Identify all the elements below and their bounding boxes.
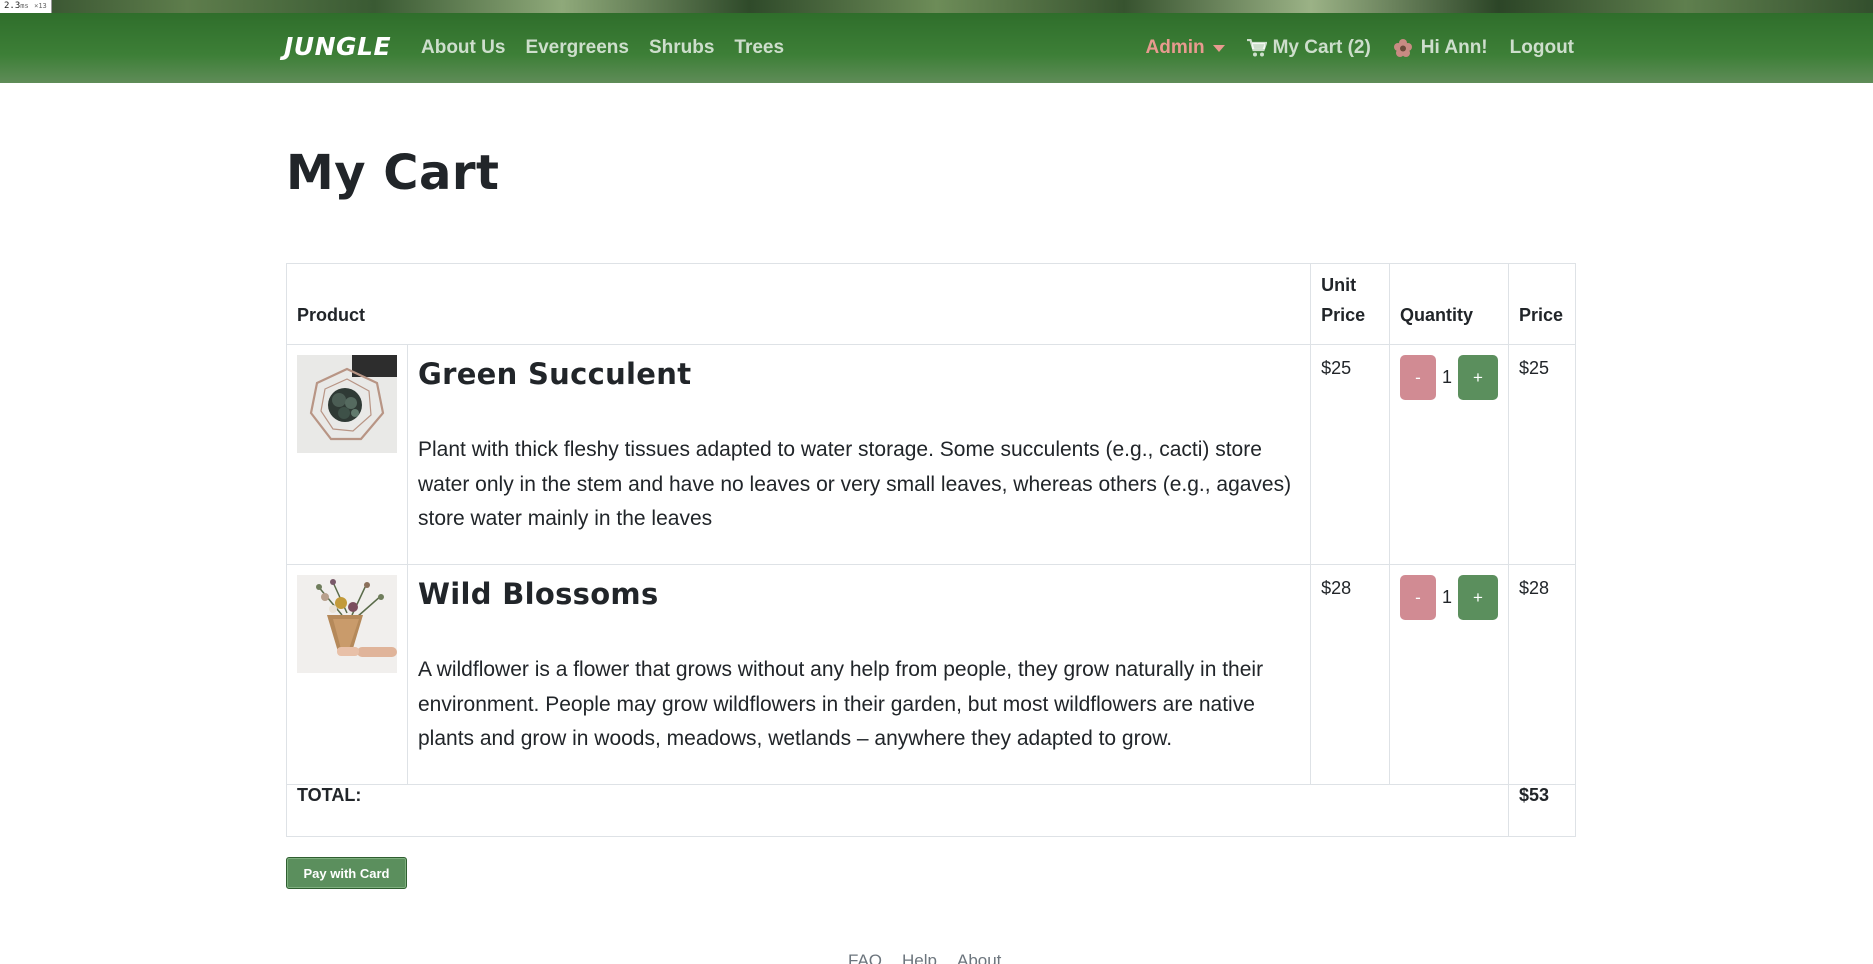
admin-label: Admin <box>1145 37 1205 58</box>
quantity-value: 1 <box>1441 367 1452 387</box>
flower-avatar-icon <box>1393 39 1412 57</box>
cart-link[interactable]: My Cart (2) <box>1246 37 1371 59</box>
price-cell: $25 <box>1507 344 1577 565</box>
increase-quantity-button[interactable]: + <box>1457 355 1498 400</box>
total-value: $53 <box>1507 784 1577 837</box>
cart-table: Product Unit Price Quantity Price Green … <box>285 263 1577 837</box>
header-unit-price: Unit Price <box>1310 263 1390 345</box>
page-title: My Cart <box>286 145 500 201</box>
footer-link-faq[interactable]: FAQ <box>848 951 882 964</box>
line-price: $25 <box>1518 358 1550 378</box>
unit-price-cell: $28 <box>1310 564 1390 785</box>
table-row: Wild Blossoms A wildflower is a flower t… <box>286 564 1577 785</box>
header-banner-image <box>0 0 1873 13</box>
decrease-quantity-button[interactable]: - <box>1399 575 1436 620</box>
caret-down-icon <box>1212 44 1225 52</box>
price-cell: $28 <box>1507 564 1577 785</box>
succulent-image <box>297 355 397 453</box>
product-image-cell <box>286 564 408 785</box>
product-image-cell <box>286 344 408 565</box>
table-row: Green Succulent Plant with thick fleshy … <box>286 344 1577 565</box>
header-product: Product <box>285 263 1312 345</box>
perf-counter: 2.3ms ×13 <box>0 0 52 14</box>
bouquet-image <box>297 575 397 673</box>
footer: FAQ Help About <box>848 951 1001 964</box>
product-description: A wildflower is a flower that grows with… <box>418 658 1264 750</box>
nav-link-evergreens[interactable]: Evergreens <box>525 37 629 59</box>
quantity-stepper: - 1 + <box>1399 575 1498 620</box>
header-quantity: Quantity <box>1388 263 1509 345</box>
product-info-cell: Wild Blossoms A wildflower is a flower t… <box>406 564 1312 785</box>
unit-price: $28 <box>1321 578 1352 598</box>
footer-link-help[interactable]: Help <box>902 951 937 964</box>
increase-quantity-button[interactable]: + <box>1457 575 1498 620</box>
total-label: TOTAL: <box>286 784 1509 837</box>
navbar: JUNGLE About Us Evergreens Shrubs Trees … <box>0 13 1873 83</box>
product-description: Plant with thick fleshy tissues adapted … <box>418 438 1292 530</box>
product-name[interactable]: Wild Blossoms <box>418 577 1300 611</box>
shopping-cart-icon <box>1246 39 1267 57</box>
pay-with-card-button[interactable]: Pay with Card <box>286 857 407 889</box>
product-info-cell: Green Succulent Plant with thick fleshy … <box>406 344 1312 565</box>
greeting-label: Hi Ann! <box>1420 37 1488 58</box>
table-header-row: Product Unit Price Quantity Price <box>285 263 1577 345</box>
nav-link-trees[interactable]: Trees <box>734 37 784 59</box>
line-price: $28 <box>1518 578 1550 598</box>
total-row: TOTAL: $53 <box>286 784 1577 837</box>
quantity-cell: - 1 + <box>1388 344 1509 565</box>
logout-link[interactable]: Logout <box>1510 37 1574 59</box>
quantity-cell: - 1 + <box>1388 564 1509 785</box>
header-price: Price <box>1507 263 1577 345</box>
cart-label: My Cart (2) <box>1272 37 1371 58</box>
product-name[interactable]: Green Succulent <box>418 357 1300 391</box>
unit-price-cell: $25 <box>1310 344 1390 565</box>
nav-link-shrubs[interactable]: Shrubs <box>649 37 714 59</box>
quantity-stepper: - 1 + <box>1399 355 1498 400</box>
user-greeting[interactable]: Hi Ann! <box>1393 37 1488 59</box>
decrease-quantity-button[interactable]: - <box>1399 355 1436 400</box>
nav-link-about-us[interactable]: About Us <box>421 37 505 59</box>
admin-dropdown[interactable]: Admin <box>1146 37 1225 59</box>
brand-logo[interactable]: JUNGLE <box>284 32 391 61</box>
unit-price: $25 <box>1321 358 1352 378</box>
footer-link-about[interactable]: About <box>957 951 1001 964</box>
nav-right: Admin My Cart (2) Hi Ann! Logout <box>1146 37 1575 59</box>
quantity-value: 1 <box>1441 587 1452 607</box>
nav-links: About Us Evergreens Shrubs Trees <box>421 37 784 59</box>
